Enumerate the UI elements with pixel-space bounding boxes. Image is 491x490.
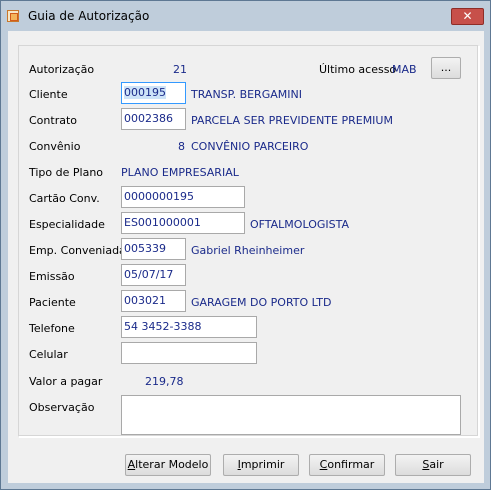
- tipo-plano-value: PLANO EMPRESARIAL: [121, 166, 239, 179]
- cartao-conv-field[interactable]: 0000000195: [121, 186, 245, 208]
- emissao-text: 05/07/17: [124, 268, 174, 281]
- especialidade-code-field[interactable]: ES001000001: [121, 212, 245, 234]
- emp-conveniada-name: Gabriel Rheinheimer: [191, 244, 305, 257]
- convenio-label: Convênio: [29, 140, 81, 153]
- especialidade-code-text: ES001000001: [124, 216, 201, 229]
- sair-label: air: [429, 458, 444, 471]
- telefone-text: 54 3452-3388: [124, 320, 202, 333]
- cartao-conv-label: Cartão Conv.: [29, 192, 100, 205]
- contrato-name: PARCELA SER PREVIDENTE PREMIUM: [191, 114, 393, 127]
- sair-button[interactable]: Sair: [395, 454, 471, 476]
- convenio-name: CONVÊNIO PARCEIRO: [191, 140, 309, 153]
- cliente-code-field[interactable]: 000195: [121, 82, 186, 104]
- title-bar[interactable]: Guia de Autorização ✕: [1, 1, 490, 31]
- observacao-label: Observação: [29, 401, 95, 414]
- especialidade-label: Especialidade: [29, 218, 105, 231]
- alterar-modelo-button[interactable]: Alterar Modelo: [125, 454, 211, 476]
- celular-field[interactable]: [121, 342, 257, 364]
- tipo-plano-label: Tipo de Plano: [29, 166, 104, 179]
- imprimir-label: mprimir: [240, 458, 285, 471]
- ultimo-acesso-value: MAB: [392, 63, 417, 76]
- especialidade-name: OFTALMOLOGISTA: [250, 218, 349, 231]
- imprimir-button[interactable]: Imprimir: [223, 454, 299, 476]
- paciente-code-text: 003021: [124, 294, 166, 307]
- cliente-name: TRANSP. BERGAMINI: [191, 88, 302, 101]
- cliente-code-text: 000195: [124, 86, 166, 99]
- valor-pagar-label: Valor a pagar: [29, 375, 103, 388]
- emp-conveniada-label: Emp. Conveniada: [29, 244, 126, 257]
- window-title: Guia de Autorização: [28, 9, 150, 23]
- convenio-code: 8: [178, 140, 185, 153]
- ultimo-acesso-label: Último acesso: [319, 63, 397, 76]
- dialog-window: Guia de Autorização ✕ Autorização 21 Últ…: [0, 0, 491, 490]
- cartao-conv-text: 0000000195: [124, 190, 194, 203]
- observacao-textarea[interactable]: [121, 395, 461, 435]
- emissao-label: Emissão: [29, 270, 75, 283]
- telefone-label: Telefone: [29, 322, 75, 335]
- paciente-name: GARAGEM DO PORTO LTD: [191, 296, 332, 309]
- dialog-body: Autorização 21 Último acesso MAB ... Cli…: [8, 31, 484, 483]
- telefone-field[interactable]: 54 3452-3388: [121, 316, 257, 338]
- contrato-code-text: 0002386: [124, 112, 173, 125]
- autorizacao-value: 21: [173, 63, 187, 76]
- app-icon: [7, 10, 19, 22]
- paciente-label: Paciente: [29, 296, 76, 309]
- paciente-code-field[interactable]: 003021: [121, 290, 186, 312]
- cliente-label: Cliente: [29, 88, 68, 101]
- celular-label: Celular: [29, 348, 68, 361]
- valor-pagar-value: 219,78: [145, 375, 184, 388]
- alterar-modelo-label: lterar Modelo: [135, 458, 209, 471]
- confirmar-button[interactable]: Confirmar: [309, 454, 385, 476]
- close-icon: ✕: [462, 9, 473, 23]
- confirmar-label: onfirmar: [327, 458, 375, 471]
- emissao-field[interactable]: 05/07/17: [121, 264, 186, 286]
- contrato-code-field[interactable]: 0002386: [121, 108, 186, 130]
- ultimo-acesso-button[interactable]: ...: [431, 57, 461, 79]
- emp-conveniada-code-text: 005339: [124, 242, 166, 255]
- close-button[interactable]: ✕: [451, 8, 484, 25]
- contrato-label: Contrato: [29, 114, 78, 127]
- emp-conveniada-code-field[interactable]: 005339: [121, 238, 186, 260]
- autorizacao-label: Autorização: [29, 63, 95, 76]
